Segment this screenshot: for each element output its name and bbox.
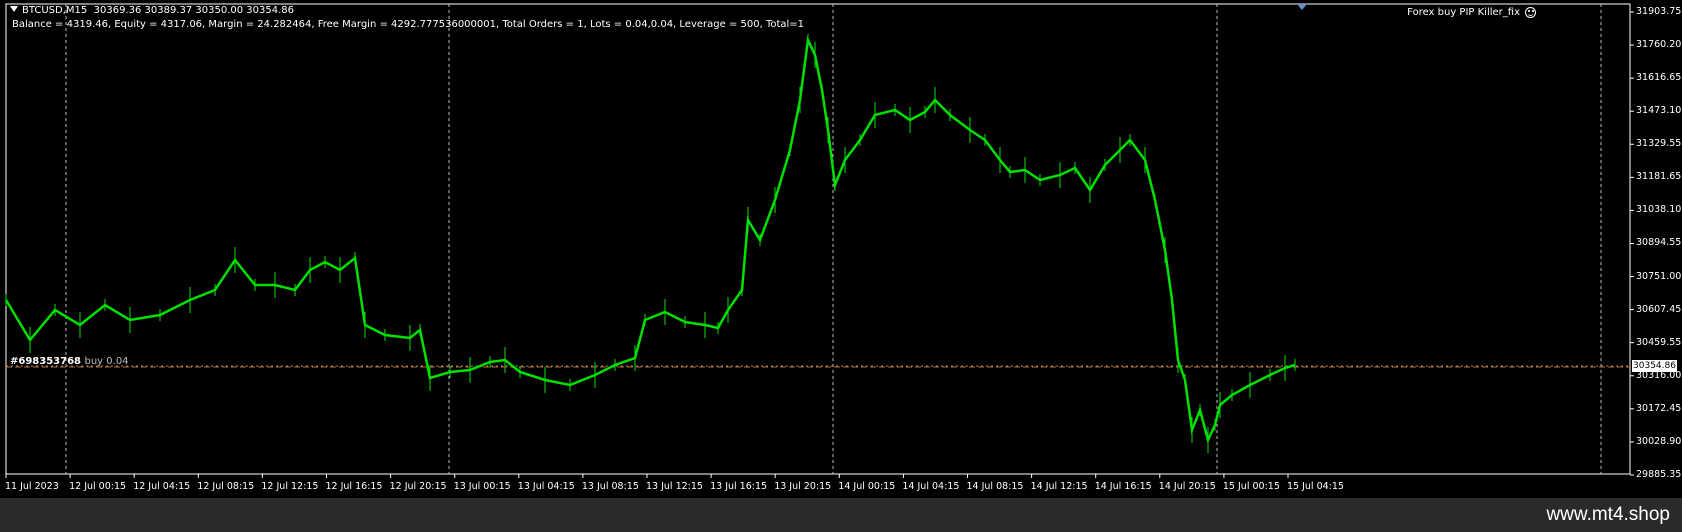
x-tick-label: 15 Jul 04:15 — [1287, 481, 1344, 492]
y-tick-label: 31473.10 — [1636, 105, 1682, 117]
y-tick-label: 31903.75 — [1636, 6, 1682, 17]
price-chart[interactable] — [0, 0, 1682, 498]
x-tick-label: 13 Jul 12:15 — [646, 481, 703, 492]
ohlc-readout: 30369.36 30389.37 30350.00 30354.86 — [93, 5, 295, 16]
collapse-triangle-icon[interactable] — [10, 6, 18, 12]
x-tick-label: 13 Jul 16:15 — [710, 481, 768, 492]
order-type: buy 0.04 — [84, 356, 129, 367]
y-tick-label: 30459.55 — [1636, 336, 1682, 348]
order-ticket: #698353768 — [10, 356, 82, 367]
footer-bar: www.mt4.shop — [0, 498, 1682, 532]
y-tick-label: 31616.65 — [1636, 72, 1682, 84]
x-tick-label: 14 Jul 00:15 — [838, 481, 896, 492]
y-tick-label: 31760.20 — [1636, 39, 1682, 51]
y-tick-label: 31181.65 — [1636, 171, 1682, 183]
smiley-face-icon[interactable] — [1525, 7, 1536, 18]
x-tick-label: 12 Jul 08:15 — [197, 481, 255, 492]
x-tick-label: 13 Jul 00:15 — [453, 481, 511, 492]
y-tick-label: 30751.00 — [1636, 270, 1682, 282]
x-tick-label: 13 Jul 08:15 — [581, 481, 639, 492]
x-tick-label: 11 Jul 2023 — [5, 481, 59, 492]
x-tick-label: 14 Jul 16:15 — [1094, 481, 1152, 492]
x-tick-label: 14 Jul 08:15 — [966, 481, 1024, 492]
x-tick-label: 14 Jul 12:15 — [1030, 481, 1088, 492]
y-tick-label: 29885.35 — [1636, 468, 1682, 480]
shift-marker-icon[interactable] — [1297, 4, 1307, 10]
x-tick-label: 12 Jul 04:15 — [133, 481, 191, 492]
expert-advisor-label[interactable]: Forex buy PIP Killer_fix — [1407, 7, 1520, 19]
x-tick-label: 12 Jul 12:15 — [261, 481, 319, 492]
y-tick-label: 30316.00 — [1636, 369, 1682, 381]
y-tick-label: 30172.45 — [1636, 402, 1682, 414]
order-label[interactable]: #698353768 buy 0.04 — [10, 356, 129, 367]
x-tick-label: 15 Jul 00:15 — [1222, 481, 1280, 492]
y-tick-label: 30894.55 — [1636, 237, 1682, 249]
price-series[interactable] — [4, 35, 1296, 444]
symbol-header: BTCUSD,M15 30369.36 30389.37 30350.00 30… — [10, 5, 294, 17]
y-tick-label: 30028.90 — [1636, 435, 1682, 447]
x-tick-label: 12 Jul 16:15 — [325, 481, 383, 492]
x-tick-label: 14 Jul 20:15 — [1158, 481, 1216, 492]
chart-window[interactable]: BTCUSD,M15 30369.36 30389.37 30350.00 30… — [0, 0, 1682, 532]
x-tick-label: 13 Jul 04:15 — [517, 481, 575, 492]
x-tick-label: 13 Jul 20:15 — [774, 481, 832, 492]
x-tick-label: 14 Jul 04:15 — [902, 481, 960, 492]
watermark: www.mt4.shop — [1546, 504, 1670, 525]
symbol-label: BTCUSD,M15 — [22, 5, 88, 16]
account-info: Balance = 4319.46, Equity = 4317.06, Mar… — [12, 19, 805, 30]
x-tick-label: 12 Jul 20:15 — [389, 481, 447, 492]
y-tick-label: 31038.10 — [1636, 204, 1682, 216]
y-tick-label: 30607.45 — [1636, 303, 1682, 315]
x-tick-label: 12 Jul 00:15 — [69, 481, 127, 492]
y-tick-label: 31329.55 — [1636, 138, 1682, 150]
